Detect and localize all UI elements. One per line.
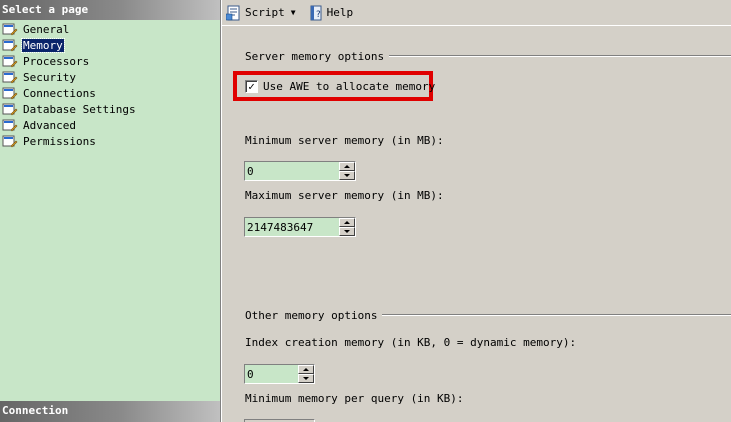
page-item-label: Connections <box>23 86 96 100</box>
page-selector-panel: Select a page General Memory Processors … <box>0 0 220 422</box>
help-label: Help <box>326 6 354 19</box>
awe-checkbox-label[interactable]: Use AWE to allocate memory <box>263 80 435 93</box>
page-icon <box>2 86 18 100</box>
spin-up-icon[interactable] <box>298 365 314 374</box>
other-memory-title: Other memory options <box>245 308 378 322</box>
awe-checkbox-row[interactable]: ✓ Use AWE to allocate memory <box>245 79 435 93</box>
max-server-memory-label: Maximum server memory (in MB): <box>245 189 444 202</box>
help-icon: ? <box>308 5 324 21</box>
min-memory-per-query-label: Minimum memory per query (in KB): <box>245 392 464 405</box>
page-item-general[interactable]: General <box>0 21 220 37</box>
page-icon <box>2 102 18 116</box>
index-creation-memory-label: Index creation memory (in KB, 0 = dynami… <box>245 336 577 349</box>
spin-down-icon[interactable] <box>339 227 355 236</box>
spinner-buttons <box>339 162 355 180</box>
script-button[interactable]: Script ▼ <box>224 2 298 24</box>
page-item-permissions[interactable]: Permissions <box>0 133 220 149</box>
page-item-security[interactable]: Security <box>0 69 220 85</box>
min-server-memory-value[interactable]: 0 <box>245 162 339 180</box>
page-item-database-settings[interactable]: Database Settings <box>0 101 220 117</box>
page-icon <box>2 70 18 84</box>
spin-down-icon[interactable] <box>298 374 314 383</box>
toolbar: Script ▼ ? Help <box>222 0 731 26</box>
index-creation-memory-value[interactable]: 0 <box>245 365 298 383</box>
page-item-label: Database Settings <box>23 102 136 116</box>
page-icon <box>2 134 18 148</box>
page-icon <box>2 118 18 132</box>
other-memory-group: Other memory options <box>245 308 731 322</box>
script-label: Script <box>245 6 285 19</box>
page-icon <box>2 54 18 68</box>
page-item-processors[interactable]: Processors <box>0 53 220 69</box>
page-item-memory[interactable]: Memory <box>0 37 220 53</box>
select-page-header: Select a page <box>0 0 220 20</box>
page-item-label: Permissions <box>23 134 96 148</box>
dropdown-arrow-icon[interactable]: ▼ <box>291 8 296 17</box>
min-server-memory-label: Minimum server memory (in MB): <box>245 134 444 147</box>
max-server-memory-value[interactable]: 2147483647 <box>245 218 339 236</box>
svg-text:?: ? <box>316 10 321 20</box>
page-icon <box>2 38 18 52</box>
spin-up-icon[interactable] <box>339 162 355 171</box>
page-item-label: Advanced <box>23 118 76 132</box>
spin-down-icon[interactable] <box>339 171 355 180</box>
spin-up-icon[interactable] <box>339 218 355 227</box>
page-icon <box>2 22 18 36</box>
max-server-memory-spinner[interactable]: 2147483647 <box>244 217 356 237</box>
index-creation-memory-spinner[interactable]: 0 <box>244 364 315 384</box>
page-item-advanced[interactable]: Advanced <box>0 117 220 133</box>
spinner-buttons <box>339 218 355 236</box>
page-item-label: Processors <box>23 54 90 68</box>
connection-header: Connection <box>0 401 220 422</box>
page-item-label: General <box>23 22 70 36</box>
page-list: General Memory Processors Security Conne… <box>0 21 220 149</box>
spinner-buttons <box>298 365 314 383</box>
page-item-label: Security <box>23 70 76 84</box>
memory-page-content: Server memory options ✓ Use AWE to alloc… <box>222 27 731 422</box>
awe-checkbox[interactable]: ✓ <box>245 79 258 93</box>
script-icon <box>225 5 242 21</box>
server-memory-title: Server memory options <box>245 49 385 63</box>
help-button[interactable]: ? Help <box>306 2 356 24</box>
group-divider <box>389 55 731 57</box>
group-divider <box>382 314 731 316</box>
server-memory-group: Server memory options <box>245 49 731 63</box>
page-item-label: Memory <box>21 37 65 53</box>
min-server-memory-spinner[interactable]: 0 <box>244 161 356 181</box>
page-item-connections[interactable]: Connections <box>0 85 220 101</box>
